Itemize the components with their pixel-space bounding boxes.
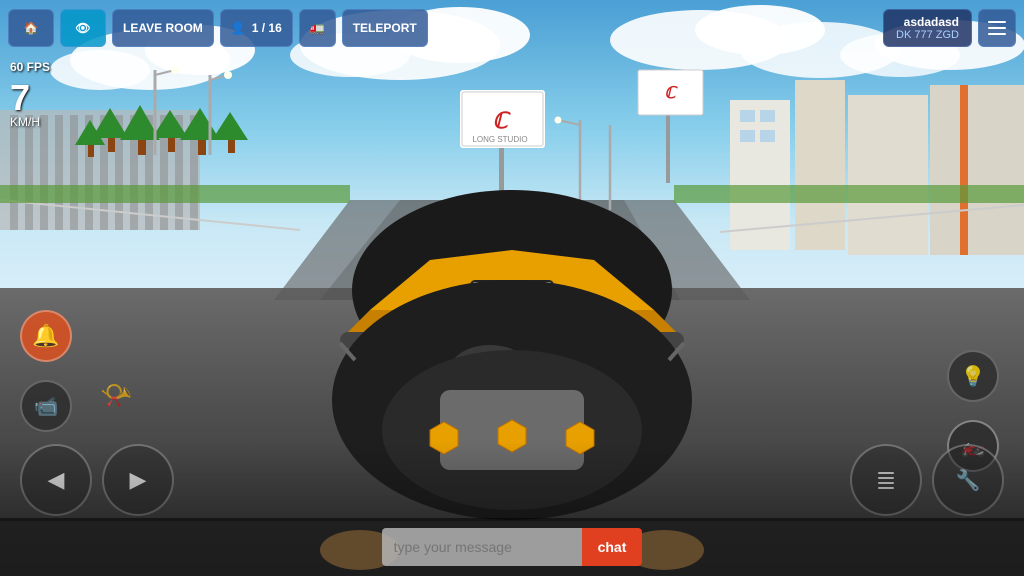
car-icon-button[interactable]: 🚛 bbox=[299, 9, 336, 47]
players-count: 1 / 16 bbox=[252, 21, 282, 35]
speed-indicator: 7 KM/H bbox=[10, 80, 40, 128]
teleport-button[interactable]: TELEPORT bbox=[342, 9, 428, 47]
fps-value: 60 FPS bbox=[10, 60, 50, 74]
nav-left: ◀ ▶ bbox=[20, 444, 174, 516]
nav-left-arrow-button[interactable]: ◀ bbox=[20, 444, 92, 516]
nav-action-2-button[interactable]: 🔧 bbox=[932, 444, 1004, 516]
action-1-icon bbox=[878, 472, 894, 489]
nav-right-arrow-button[interactable]: ▶ bbox=[102, 444, 174, 516]
home-button[interactable]: 🏠 bbox=[8, 9, 54, 47]
camera-button[interactable]: 📹 bbox=[20, 380, 72, 432]
speed-value: 7 bbox=[10, 80, 30, 116]
players-icon: 👤 bbox=[231, 21, 246, 35]
hud-top-bar: 🏠 👁 LEAVE ROOM 👤 1 / 16 🚛 TELEPORT asdad… bbox=[0, 0, 1024, 55]
horn-icon: 📯 bbox=[100, 380, 132, 410]
players-button[interactable]: 👤 1 / 16 bbox=[220, 9, 293, 47]
fps-counter: 60 FPS bbox=[10, 60, 50, 74]
nav-right: 🔧 bbox=[850, 444, 1004, 516]
camera-icon: 📹 bbox=[34, 394, 59, 419]
menu-icon bbox=[988, 21, 1006, 35]
eye-button[interactable]: 👁 bbox=[60, 9, 106, 47]
alert-icon: 🔔 bbox=[32, 323, 59, 349]
menu-button[interactable] bbox=[978, 9, 1016, 47]
eye-icon: 👁 bbox=[75, 21, 90, 35]
home-icon: 🏠 bbox=[24, 21, 39, 35]
horn-button[interactable]: 📯 bbox=[100, 380, 132, 411]
bottom-nav: ◀ ▶ 🔧 bbox=[0, 444, 1024, 516]
teleport-label: TELEPORT bbox=[353, 21, 417, 35]
headlight-icon: 💡 bbox=[961, 364, 986, 389]
chat-button-label: chat bbox=[598, 539, 627, 555]
leave-room-label: LEAVE ROOM bbox=[123, 21, 203, 35]
player-plate: DK 777 ZGD bbox=[896, 29, 959, 41]
chat-input[interactable] bbox=[382, 528, 582, 566]
leave-room-button[interactable]: LEAVE ROOM bbox=[112, 9, 214, 47]
speed-unit: KM/H bbox=[10, 116, 40, 128]
chat-button[interactable]: chat bbox=[582, 528, 643, 566]
nav-action-1-button[interactable] bbox=[850, 444, 922, 516]
hud-right: asdadasd DK 777 ZGD bbox=[883, 9, 1016, 47]
left-controls: 🔔 📹 bbox=[20, 310, 72, 432]
action-2-icon: 🔧 bbox=[956, 468, 981, 493]
player-info: asdadasd DK 777 ZGD bbox=[883, 9, 972, 47]
headlight-button[interactable]: 💡 bbox=[947, 350, 999, 402]
game-canvas: ℂ LONG STUDIO ℂ bbox=[0, 0, 1024, 576]
chat-bar: chat bbox=[0, 518, 1024, 576]
player-name: asdadasd bbox=[904, 15, 959, 29]
right-arrow-icon: ▶ bbox=[130, 467, 147, 493]
alert-button[interactable]: 🔔 bbox=[20, 310, 72, 362]
left-arrow-icon: ◀ bbox=[48, 467, 65, 493]
car-icon: 🚛 bbox=[310, 21, 325, 35]
